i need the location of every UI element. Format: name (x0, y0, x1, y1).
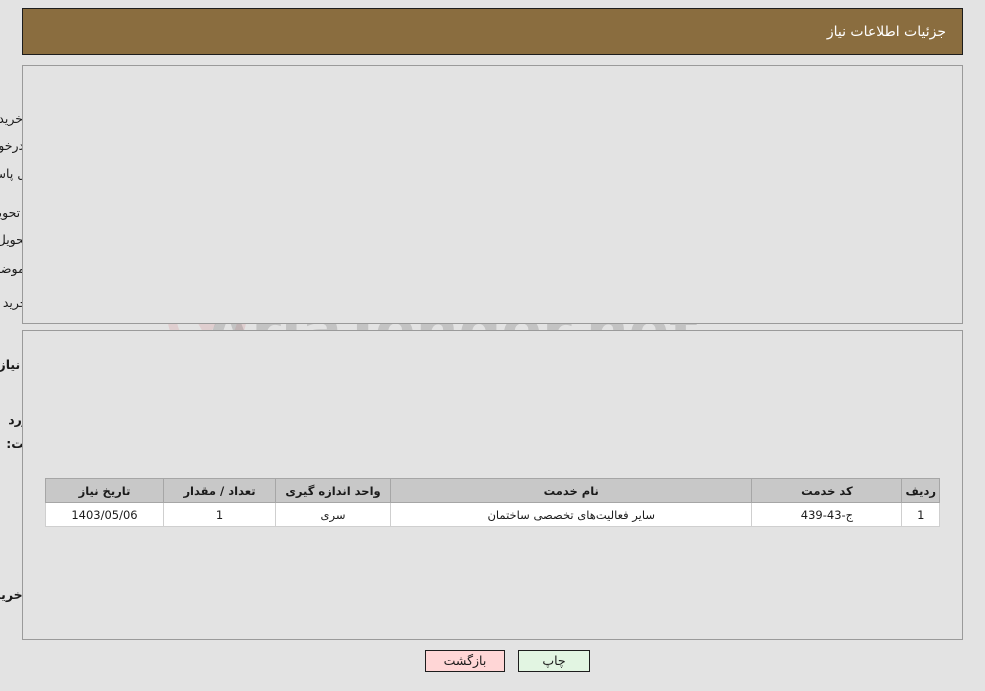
cell-code: ج-43-439 (751, 502, 903, 527)
cell-name: سایر فعالیت‌های تخصصی ساختمان (389, 502, 753, 527)
page-title: جزئیات اطلاعات نیاز (826, 23, 946, 40)
need-summary-panel (22, 65, 963, 324)
cell-quantity: 1 (163, 502, 276, 527)
services-table: ردیف کد خدمت نام خدمت واحد اندازه گیری ت… (45, 478, 940, 527)
page-title-bar: جزئیات اطلاعات نیاز (22, 8, 963, 55)
cell-radif: 1 (901, 502, 940, 527)
col-name: نام خدمت (389, 478, 753, 503)
cell-unit: سری (275, 502, 391, 527)
col-quantity: تعداد / مقدار (163, 478, 276, 503)
col-unit: واحد اندازه گیری (275, 478, 391, 503)
back-button[interactable]: بازگشت (425, 650, 505, 672)
col-date: تاریخ نیاز (45, 478, 164, 503)
col-code: کد خدمت (751, 478, 903, 503)
print-button[interactable]: چاپ (518, 650, 590, 672)
page-root: AriaTender.net جزئیات اطلاعات نیاز شماره… (0, 0, 985, 691)
cell-date: 1403/05/06 (45, 502, 164, 527)
col-radif: ردیف (901, 478, 940, 503)
table-row[interactable]: 1 ج-43-439 سایر فعالیت‌های تخصصی ساختمان… (45, 502, 940, 527)
table-header-row: ردیف کد خدمت نام خدمت واحد اندازه گیری ت… (45, 478, 940, 503)
